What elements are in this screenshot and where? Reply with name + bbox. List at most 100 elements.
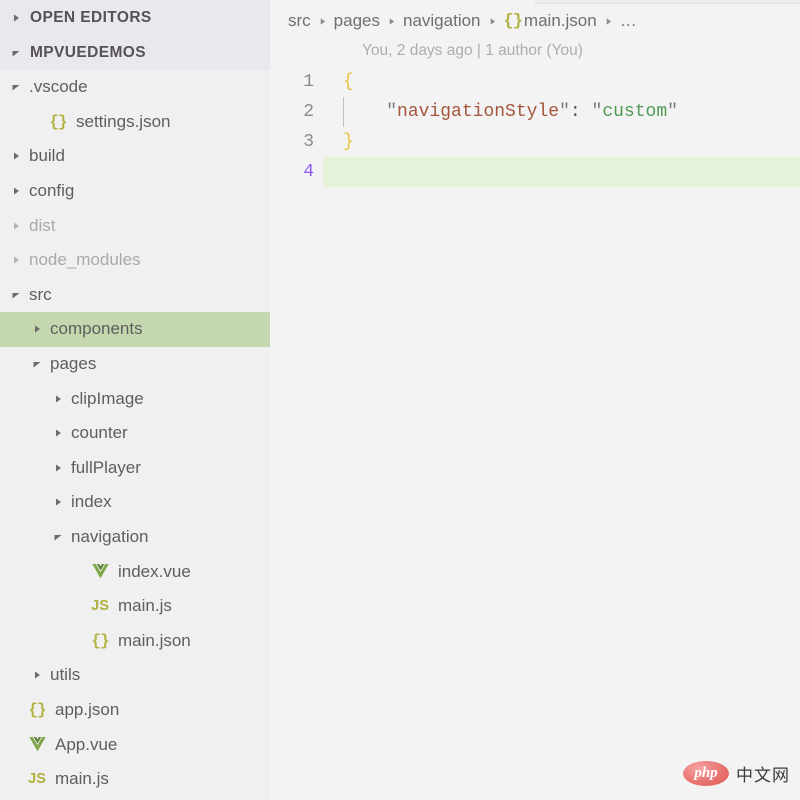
code-token-key: navigationStyle	[397, 102, 560, 122]
tree-item-dist[interactable]: dist	[0, 208, 270, 243]
tree-item-label: counter	[71, 423, 128, 443]
code-token-quote: "	[667, 102, 678, 122]
breadcrumb-separator-icon	[488, 17, 497, 26]
js-file-icon: JS	[28, 771, 46, 788]
blame-text: You, 2 days ago | 1 author (You)	[362, 41, 583, 59]
chevron-right-icon[interactable]	[8, 183, 24, 199]
tree-item-label: main.json	[118, 630, 191, 650]
chevron-right-icon[interactable]	[8, 218, 24, 234]
breadcrumb-item[interactable]: navigation	[403, 11, 481, 31]
breadcrumb-separator-icon	[387, 17, 396, 26]
tree-item-config[interactable]: config	[0, 174, 270, 209]
tree-item-label: app.json	[55, 699, 120, 719]
chevron-down-icon[interactable]	[8, 287, 24, 303]
chevron-right-icon[interactable]	[8, 252, 24, 268]
code-token-str: custom	[602, 102, 668, 122]
vue-file-icon	[24, 737, 50, 752]
tree-item-label: utils	[50, 665, 81, 685]
chevron-down-icon[interactable]	[50, 529, 66, 545]
file-tree: .vscode {} settings.json build config dist nod…	[0, 70, 270, 796]
tree-item-build[interactable]: build	[0, 139, 270, 174]
code-token-quote: "	[591, 102, 603, 122]
code-line[interactable]: 2 "navigationStyle": "custom"	[270, 97, 800, 127]
tree-item-settings-json[interactable]: {} settings.json	[0, 105, 270, 140]
tree-item-label: components	[50, 319, 143, 339]
tree-item-label: dist	[29, 215, 56, 235]
watermark-text: 中文网	[736, 766, 790, 785]
line-number: 1	[303, 72, 314, 92]
tree-item-label: config	[29, 181, 75, 201]
json-file-icon: {}	[91, 631, 109, 650]
tree-item--vscode[interactable]: .vscode	[0, 70, 270, 105]
tree-item-src[interactable]: src	[0, 278, 270, 313]
code-token-brace: }	[343, 132, 354, 152]
tree-item-label: main.js	[55, 769, 109, 789]
tree-item-components[interactable]: components	[0, 312, 270, 347]
chevron-right-icon[interactable]	[29, 667, 45, 683]
tree-item-main-json[interactable]: {} main.json	[0, 624, 270, 659]
tree-item-utils[interactable]: utils	[0, 658, 270, 693]
code-token-quote: "	[559, 102, 570, 122]
vue-file-icon	[87, 564, 113, 579]
php-logo-icon: php	[683, 761, 729, 786]
tree-item-app-vue[interactable]: App.vue	[0, 727, 270, 762]
tree-item-fullplayer[interactable]: fullPlayer	[0, 451, 270, 486]
indent-guide	[343, 97, 344, 127]
chevron-right-icon[interactable]	[8, 148, 24, 164]
tree-item-main-js[interactable]: JS main.js	[0, 762, 270, 797]
breadcrumb-item[interactable]: src	[288, 11, 311, 31]
code-line[interactable]: 3}	[270, 127, 800, 157]
tree-item-main-js[interactable]: JS main.js	[0, 589, 270, 624]
pane-header-mpvuedemos[interactable]: MPVUEDEMOS	[0, 35, 270, 70]
tree-item-index-vue[interactable]: index.vue	[0, 554, 270, 589]
code-line-text: {	[314, 72, 354, 92]
tree-item-counter[interactable]: counter	[0, 416, 270, 451]
explorer-sidebar: OPEN EDITORS MPVUEDEMOS .vscode {} setting…	[0, 0, 270, 800]
tree-item-label: index.vue	[118, 561, 191, 581]
json-file-icon: {}	[49, 112, 67, 131]
code-line-text: "navigationStyle": "custom"	[314, 102, 678, 122]
breadcrumb-item[interactable]: main.json	[524, 11, 597, 31]
breadcrumb-json-icon: {}	[503, 11, 523, 31]
git-blame-annotation: You, 2 days ago | 1 author (You)	[270, 38, 800, 63]
chevron-right-icon[interactable]	[50, 391, 66, 407]
tree-item-label: pages	[50, 354, 97, 374]
active-line-highlight	[323, 157, 800, 187]
tree-item-pages[interactable]: pages	[0, 347, 270, 382]
breadcrumb: src pages navigation {} main.json …	[270, 4, 800, 38]
code-content[interactable]: 1{2 "navigationStyle": "custom" 3} 4	[270, 67, 800, 187]
tree-item-label: clipImage	[71, 388, 144, 408]
chevron-right-icon[interactable]	[50, 425, 66, 441]
code-line-text: }	[314, 132, 354, 152]
tree-item-app-json[interactable]: {} app.json	[0, 693, 270, 728]
breadcrumb-item[interactable]: …	[620, 11, 637, 31]
chevron-right-icon[interactable]	[50, 460, 66, 476]
code-line[interactable]: 4	[270, 157, 800, 187]
tree-item-node-modules[interactable]: node_modules	[0, 243, 270, 278]
tree-item-label: src	[29, 284, 52, 304]
breadcrumb-item[interactable]: pages	[334, 11, 380, 31]
tree-item-label: node_modules	[29, 250, 141, 270]
editor-area: src pages navigation{} main.json… You, 2 da…	[270, 0, 800, 800]
chevron-down-icon[interactable]	[29, 356, 45, 372]
breadcrumb-separator-icon	[604, 17, 613, 26]
code-token-brace: {	[343, 72, 354, 92]
pane-header-open-editors[interactable]: OPEN EDITORS	[0, 0, 270, 35]
json-file-icon: {}	[28, 700, 46, 719]
code-line[interactable]: 1{	[270, 67, 800, 97]
code-token-quote: "	[386, 102, 398, 122]
watermark: php 中文网	[683, 761, 790, 786]
tree-item-index[interactable]: index	[0, 485, 270, 520]
tree-item-navigation[interactable]: navigation	[0, 520, 270, 555]
chevron-right-icon[interactable]	[8, 10, 24, 26]
chevron-right-icon[interactable]	[29, 321, 45, 337]
js-file-icon: JS	[91, 598, 109, 615]
vscode-window: OPEN EDITORS MPVUEDEMOS .vscode {} setting…	[0, 0, 800, 800]
line-number: 4	[303, 162, 314, 182]
chevron-right-icon[interactable]	[50, 494, 66, 510]
chevron-down-icon[interactable]	[8, 45, 24, 61]
chevron-down-icon[interactable]	[8, 79, 24, 95]
tree-item-clipimage[interactable]: clipImage	[0, 381, 270, 416]
